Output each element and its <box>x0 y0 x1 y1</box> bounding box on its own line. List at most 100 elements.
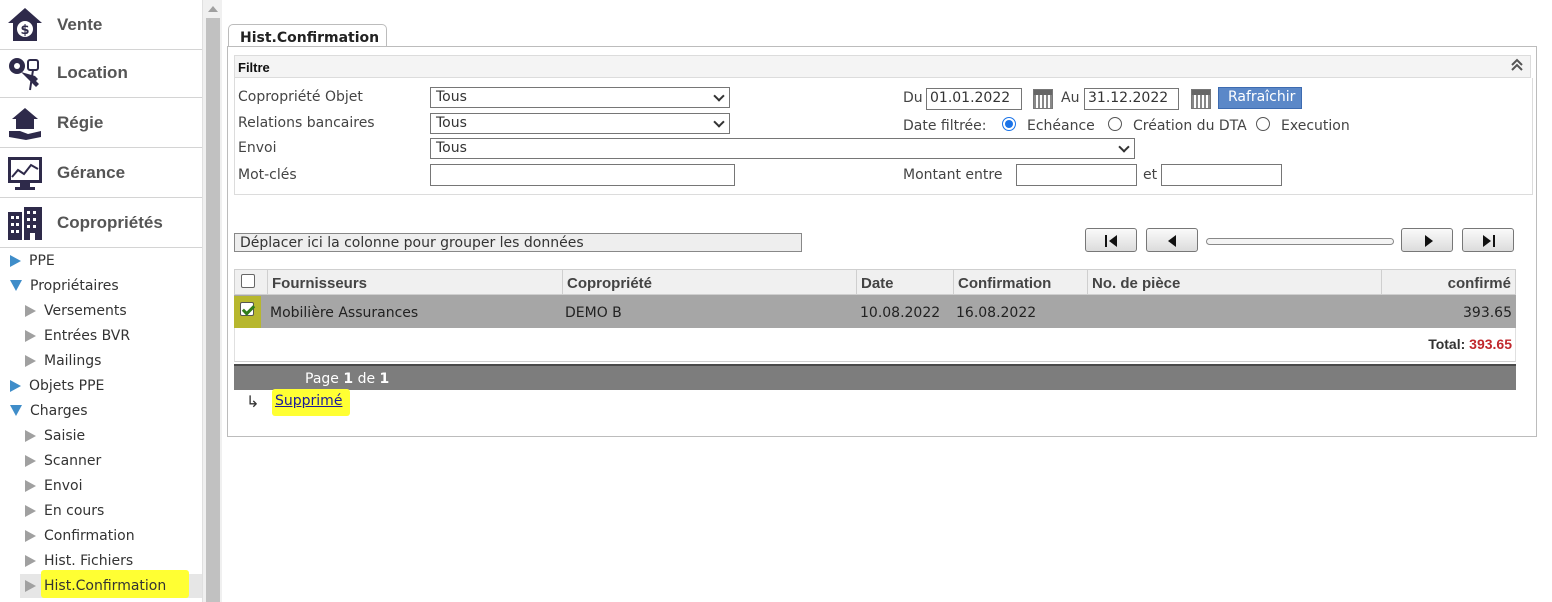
triangle-right-icon <box>25 479 36 492</box>
relations-label: Relations bancaires <box>238 115 375 131</box>
tree-item-hist-confirmation[interactable]: Hist.Confirmation <box>25 573 166 598</box>
relations-select[interactable]: Tous <box>430 113 730 134</box>
module-label: Gérance <box>57 162 126 182</box>
cell-confirmation: 16.08.2022 <box>956 305 1037 321</box>
triangle-right-icon <box>25 504 36 517</box>
tree-item-proprietaires[interactable]: Propriétaires <box>10 273 119 298</box>
arrow-right-icon <box>1483 235 1491 247</box>
copropriete-label: Copropriété Objet <box>238 89 363 105</box>
column-header-confirme[interactable]: confirmé <box>1381 270 1515 295</box>
total: Total: 393.65 <box>1428 336 1512 352</box>
tree-item-envoi[interactable]: Envoi <box>25 473 82 498</box>
module-vente[interactable]: $ Vente <box>0 0 202 50</box>
envoi-label: Envoi <box>238 140 277 156</box>
scrollbar-thumb[interactable] <box>206 18 220 602</box>
sidebar-scrollbar[interactable] <box>202 0 222 602</box>
first-page-button[interactable] <box>1085 228 1137 252</box>
tree-item-label: Charges <box>30 402 88 419</box>
date-from-input[interactable]: 01.01.2022 <box>926 88 1022 110</box>
select-all-checkbox[interactable] <box>241 274 255 288</box>
tree-item-objets-ppe[interactable]: Objets PPE <box>10 373 104 398</box>
et-label: et <box>1143 167 1158 183</box>
sidebar: $ Vente Location Régie Gérance Coproprié… <box>0 0 202 602</box>
triangle-right-icon <box>25 529 36 542</box>
triangle-right-icon <box>25 554 36 567</box>
tree-item-label: Propriétaires <box>30 277 119 294</box>
house-dollar-icon: $ <box>5 5 45 45</box>
triangle-right-icon <box>10 379 21 392</box>
radio-echeance[interactable] <box>1002 117 1016 131</box>
page-slider[interactable] <box>1206 238 1394 245</box>
du-label: Du <box>903 90 923 106</box>
tree-item-label: Envoi <box>44 477 83 494</box>
tree-item-versements[interactable]: Versements <box>25 298 127 323</box>
arrow-left-icon <box>1109 235 1117 247</box>
radio-echeance-label: Echéance <box>1027 118 1095 134</box>
triangle-right-icon <box>25 579 36 592</box>
module-gerance[interactable]: Gérance <box>0 148 202 198</box>
motcles-input[interactable] <box>430 164 735 186</box>
scroll-up-icon[interactable] <box>208 6 218 12</box>
table-row[interactable]: Mobilière Assurances DEMO B 10.08.2022 1… <box>234 295 1516 328</box>
triangle-right-icon <box>25 329 36 342</box>
tree-item-hist-fichiers[interactable]: Hist. Fichiers <box>25 548 133 573</box>
date-to-input[interactable]: 31.12.2022 <box>1084 88 1179 110</box>
tree-item-scanner[interactable]: Scanner <box>25 448 101 473</box>
delete-link[interactable]: Supprimé <box>275 393 342 409</box>
tree-item-label: Objets PPE <box>29 377 105 394</box>
calendar-icon[interactable] <box>1033 89 1053 109</box>
tab-hist-confirmation[interactable]: Hist.Confirmation <box>228 24 387 47</box>
buildings-icon <box>5 203 45 243</box>
svg-text:$: $ <box>20 23 29 38</box>
module-label: Régie <box>57 112 104 132</box>
column-header-fournisseurs[interactable]: Fournisseurs <box>267 270 562 295</box>
cell-fournisseur: Mobilière Assurances <box>270 305 419 321</box>
group-drop-zone[interactable]: Déplacer ici la colonne pour grouper les… <box>234 233 802 252</box>
column-header-no-piece[interactable]: No. de pièce <box>1087 270 1382 295</box>
tree-item-en-cours[interactable]: En cours <box>25 498 104 523</box>
tree-item-label: Versements <box>44 302 127 319</box>
chevron-down-icon <box>1118 141 1130 153</box>
radio-execution-label: Execution <box>1281 118 1350 134</box>
triangle-right-icon <box>10 254 21 267</box>
column-header-date[interactable]: Date <box>856 270 953 295</box>
copropriete-select[interactable]: Tous <box>430 87 730 108</box>
arrow-right-icon <box>1425 235 1433 247</box>
tree-item-mailings[interactable]: Mailings <box>25 348 101 373</box>
chevron-down-icon <box>713 116 725 128</box>
radio-creation-label: Création du DTA <box>1133 118 1247 134</box>
tree-item-label: Scanner <box>44 452 102 469</box>
montant-label: Montant entre <box>903 167 1003 183</box>
pager-total: 1 <box>379 371 390 387</box>
montant-max-input[interactable] <box>1161 164 1282 186</box>
module-coproprietes[interactable]: Copropriétés <box>0 198 202 248</box>
cell-no-piece <box>1087 295 1091 328</box>
module-regie[interactable]: Régie <box>0 98 202 148</box>
montant-min-input[interactable] <box>1016 164 1137 186</box>
collapse-icon[interactable] <box>1510 58 1524 75</box>
envoi-select[interactable]: Tous <box>430 138 1135 159</box>
triangle-down-icon <box>10 280 22 291</box>
module-location[interactable]: Location <box>0 48 202 98</box>
tree-item-saisie[interactable]: Saisie <box>25 423 85 448</box>
column-header-confirmation[interactable]: Confirmation <box>953 270 1088 295</box>
arrow-left-icon <box>1168 235 1176 247</box>
filter-title: Filtre <box>238 60 270 75</box>
prev-page-button[interactable] <box>1146 228 1198 252</box>
triangle-right-icon <box>25 354 36 367</box>
refresh-button[interactable]: Rafraîchir <box>1218 87 1302 109</box>
tree-item-ppe[interactable]: PPE <box>10 248 55 273</box>
radio-creation[interactable] <box>1108 117 1122 131</box>
tree-item-entrees-bvr[interactable]: Entrées BVR <box>25 323 130 348</box>
row-checkbox[interactable] <box>240 302 254 316</box>
motcles-label: Mot-clés <box>238 167 297 183</box>
tree-item-charges[interactable]: Charges <box>10 398 88 423</box>
calendar-icon[interactable] <box>1191 89 1211 109</box>
last-page-button[interactable] <box>1462 228 1514 252</box>
chevron-down-icon <box>713 90 725 102</box>
tree-item-confirmation[interactable]: Confirmation <box>25 523 135 548</box>
radio-execution[interactable] <box>1256 117 1270 131</box>
column-header-copropriete[interactable]: Copropriété <box>562 270 857 295</box>
next-page-button[interactable] <box>1401 228 1453 252</box>
last-page-icon <box>1493 235 1495 247</box>
